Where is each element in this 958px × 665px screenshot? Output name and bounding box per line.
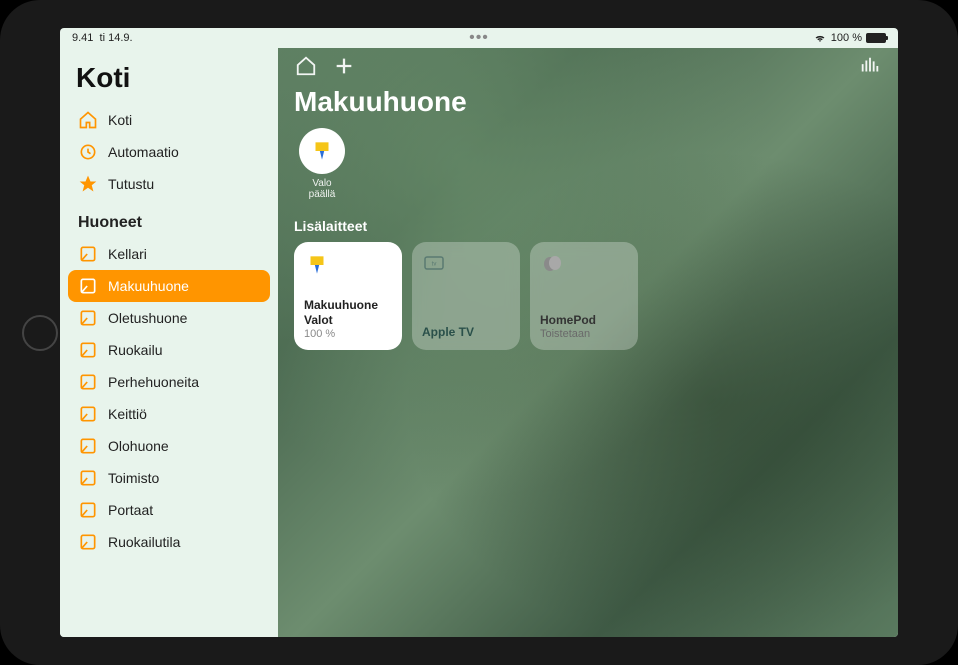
room-label: Olohuone xyxy=(108,438,169,454)
app-title: Koti xyxy=(68,56,270,104)
homepod-icon xyxy=(540,252,566,278)
tile-name: Apple TV xyxy=(422,325,510,339)
tile-makuuhuone-valot[interactable]: Makuuhuone Valot 100 % xyxy=(294,242,402,350)
tile-name: Makuuhuone Valot xyxy=(304,298,392,327)
sidebar-room-item[interactable]: Ruokailutila xyxy=(68,526,270,558)
clock-icon xyxy=(78,142,98,162)
room-label: Kellari xyxy=(108,246,147,262)
tile-name: HomePod xyxy=(540,313,628,327)
sidebar-room-item[interactable]: Makuuhuone xyxy=(68,270,270,302)
sidebar-room-item[interactable]: Olohuone xyxy=(68,430,270,462)
sidebar-room-item[interactable]: Toimisto xyxy=(68,462,270,494)
room-label: Perhehuoneita xyxy=(108,374,199,390)
rooms-header: Huoneet xyxy=(68,200,270,238)
ipad-home-button[interactable] xyxy=(22,315,58,351)
page-title: Makuuhuone xyxy=(294,86,882,118)
star-icon xyxy=(78,174,98,194)
main-content: Makuuhuone Valo päällä Lisälaitteet xyxy=(278,48,898,637)
tile-homepod[interactable]: HomePod Toistetaan xyxy=(530,242,638,350)
room-label: Ruokailu xyxy=(108,342,162,358)
room-label: Toimisto xyxy=(108,470,159,486)
room-icon xyxy=(78,308,98,328)
sidebar-room-item[interactable]: Ruokailu xyxy=(68,334,270,366)
accessories-header: Lisälaitteet xyxy=(294,218,882,234)
room-icon xyxy=(78,404,98,424)
nav-koti[interactable]: Koti xyxy=(68,104,270,136)
room-icon xyxy=(78,244,98,264)
sidebar-room-item[interactable]: Perhehuoneita xyxy=(68,366,270,398)
appletv-icon: tv xyxy=(422,252,448,278)
battery-percentage: 100 % xyxy=(831,32,862,44)
sidebar-room-item[interactable]: Kellari xyxy=(68,238,270,270)
sidebar-room-item[interactable]: Keittiö xyxy=(68,398,270,430)
room-label: Oletushuone xyxy=(108,310,187,326)
sidebar-room-item[interactable]: Portaat xyxy=(68,494,270,526)
status-time: 9.41 ti 14.9. xyxy=(72,32,133,44)
nav-automaatio[interactable]: Automaatio xyxy=(68,136,270,168)
battery-icon xyxy=(866,33,886,43)
lamp-icon xyxy=(304,252,330,278)
add-icon[interactable] xyxy=(332,54,356,78)
scene-light-on[interactable]: Valo päällä xyxy=(294,128,350,200)
room-label: Makuuhuone xyxy=(108,278,189,294)
scene-label: Valo päällä xyxy=(309,178,336,200)
room-icon xyxy=(78,468,98,488)
room-icon xyxy=(78,532,98,552)
room-label: Ruokailutila xyxy=(108,534,180,550)
nav-label: Automaatio xyxy=(108,144,179,160)
room-icon xyxy=(78,436,98,456)
room-icon xyxy=(78,340,98,360)
multitask-dots-icon[interactable]: ••• xyxy=(469,29,489,47)
sidebar-room-item[interactable]: Oletushuone xyxy=(68,302,270,334)
status-bar: 9.41 ti 14.9. ••• 100 % xyxy=(60,28,898,48)
sidebar: Koti Koti Automaatio xyxy=(60,48,278,637)
wifi-icon xyxy=(813,33,827,43)
scene-circle xyxy=(299,128,345,174)
nav-label: Tutustu xyxy=(108,176,154,192)
room-label: Portaat xyxy=(108,502,153,518)
home-outline-icon[interactable] xyxy=(294,54,318,78)
room-icon xyxy=(78,500,98,520)
tile-apple-tv[interactable]: tv Apple TV xyxy=(412,242,520,350)
room-icon xyxy=(78,276,98,296)
home-icon xyxy=(78,110,98,130)
nav-tutustu[interactable]: Tutustu xyxy=(68,168,270,200)
nav-label: Koti xyxy=(108,112,132,128)
screen: 9.41 ti 14.9. ••• 100 % Koti Koti xyxy=(60,28,898,637)
svg-text:tv: tv xyxy=(432,262,437,268)
tile-sub: 100 % xyxy=(304,328,392,340)
tile-sub: Toistetaan xyxy=(540,328,628,340)
room-label: Keittiö xyxy=(108,406,147,422)
room-icon xyxy=(78,372,98,392)
intercom-icon[interactable] xyxy=(858,54,882,78)
